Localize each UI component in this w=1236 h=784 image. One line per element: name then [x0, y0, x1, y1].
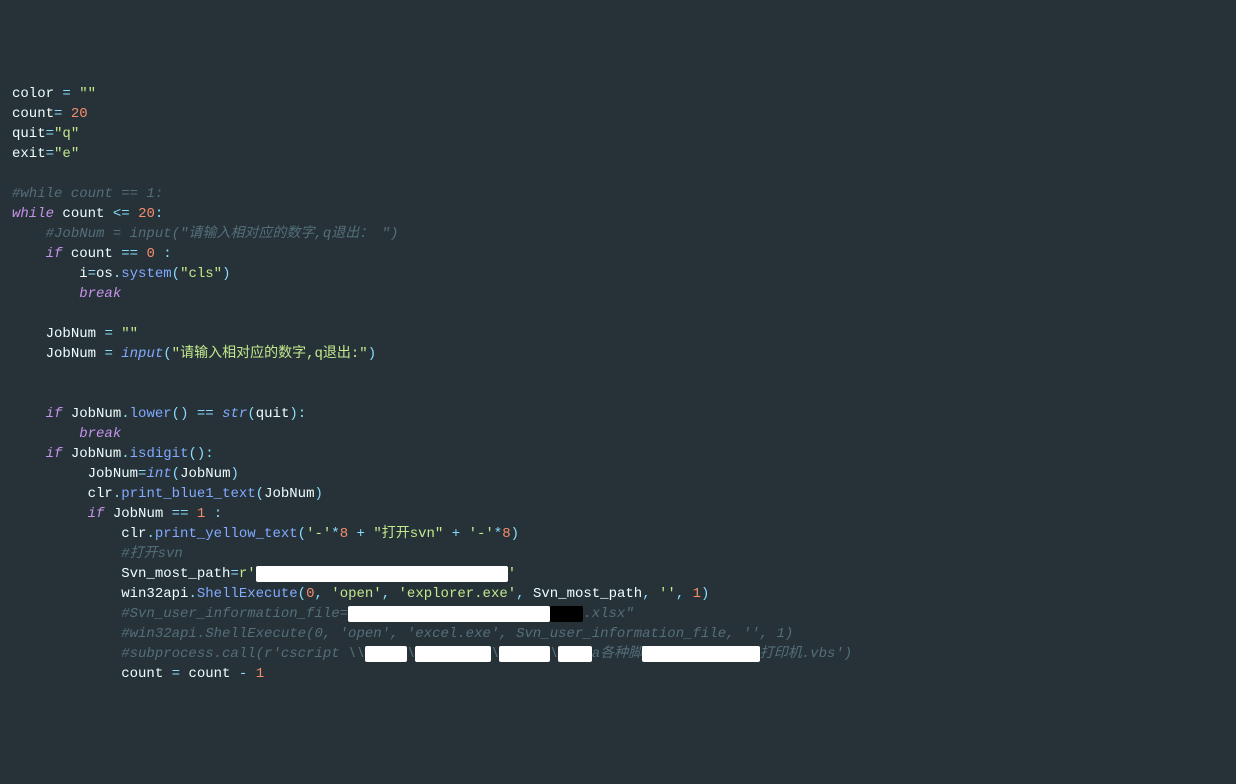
code-line [12, 364, 1236, 384]
code-line: count= 20 [12, 104, 1236, 124]
code-line: quit="q" [12, 124, 1236, 144]
code-line [12, 384, 1236, 404]
redacted-text: xxxxxxxxx [415, 646, 491, 662]
code-line: break [12, 424, 1236, 444]
code-line: JobNum = input("请输入相对应的数字,q退出:") [12, 344, 1236, 364]
code-editor[interactable]: color = ""count= 20quit="q"exit="e" #whil… [12, 84, 1236, 684]
redacted-text: xxxxxxxxxxxxxxxxxxxxxxxxxxxxxx [256, 566, 508, 582]
code-line: #打开svn [12, 544, 1236, 564]
code-line: if JobNum.lower() == str(quit): [12, 404, 1236, 424]
code-line: #Svn_user_information_file=xxxxxxxxxxxxx… [12, 604, 1236, 624]
code-line: Svn_most_path=r'xxxxxxxxxxxxxxxxxxxxxxxx… [12, 564, 1236, 584]
code-line: clr.print_yellow_text('-'*8 + "打开svn" + … [12, 524, 1236, 544]
code-line: JobNum=int(JobNum) [12, 464, 1236, 484]
code-line: break [12, 284, 1236, 304]
code-line: color = "" [12, 84, 1236, 104]
redacted-text: xxxx [558, 646, 592, 662]
code-line: i=os.system("cls") [12, 264, 1236, 284]
redacted-text: xxxxxxxxxxxxxxxxxxxxxxxx [348, 606, 550, 622]
code-line [12, 304, 1236, 324]
code-line: if JobNum == 1 : [12, 504, 1236, 524]
code-line: #win32api.ShellExecute(0, 'open', 'excel… [12, 624, 1236, 644]
redacted-text: xxxxxxxxxxxxxx [642, 646, 760, 662]
code-line: if JobNum.isdigit(): [12, 444, 1236, 464]
code-line: clr.print_blue1_text(JobNum) [12, 484, 1236, 504]
code-line: exit="e" [12, 144, 1236, 164]
code-line: if count == 0 : [12, 244, 1236, 264]
redacted-text: xxxxxx [499, 646, 549, 662]
code-line: #subprocess.call(r'cscript \\xxxxx\xxxxx… [12, 644, 1236, 664]
code-line: while count <= 20: [12, 204, 1236, 224]
redacted-text: xxxx [550, 606, 584, 622]
redacted-text: xxxxx [365, 646, 407, 662]
code-line: count = count - 1 [12, 664, 1236, 684]
code-line [12, 164, 1236, 184]
code-line: #while count == 1: [12, 184, 1236, 204]
code-line: win32api.ShellExecute(0, 'open', 'explor… [12, 584, 1236, 604]
code-line: #JobNum = input("请输入相对应的数字,q退出： ") [12, 224, 1236, 244]
code-line: JobNum = "" [12, 324, 1236, 344]
